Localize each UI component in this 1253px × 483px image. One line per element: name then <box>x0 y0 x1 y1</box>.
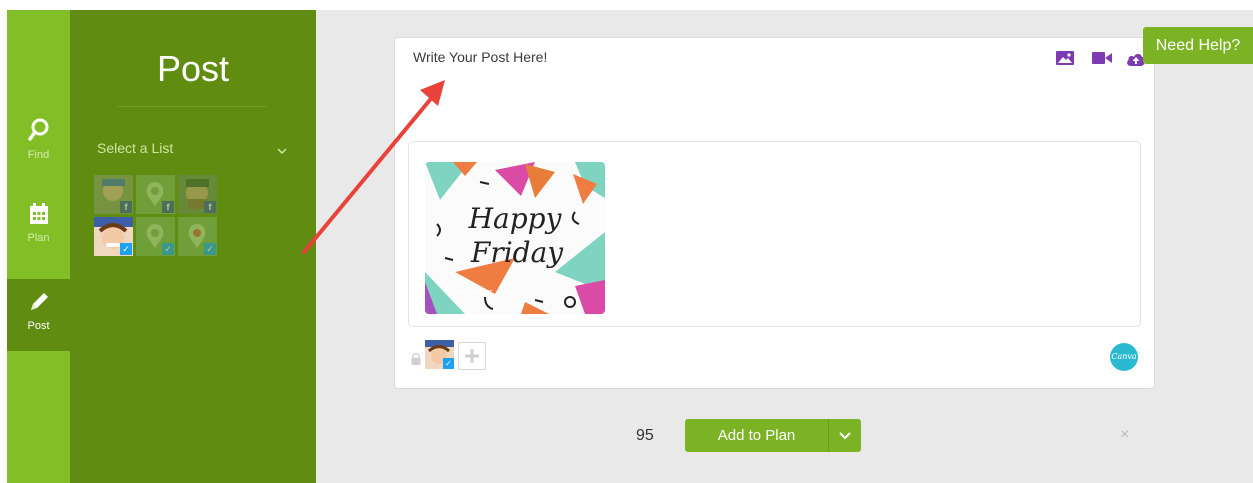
nav-rail: Find Plan Post <box>7 10 70 483</box>
select-list-label: Select a List <box>97 140 174 156</box>
composer-footer: ✓ Canva <box>409 340 1142 372</box>
chevron-down-icon <box>839 432 851 440</box>
post-text-input[interactable]: Write Your Post Here! <box>413 49 547 65</box>
pencil-icon <box>7 291 70 316</box>
account-avatar[interactable]: ✓ <box>178 217 217 256</box>
nav-item-plan[interactable]: Plan <box>7 203 70 244</box>
nav-item-label: Post <box>27 320 50 332</box>
canva-button[interactable]: Canva <box>1110 343 1138 371</box>
image-text-friday: Friday <box>470 236 564 269</box>
image-brand-text: post planner <box>454 289 493 296</box>
plus-icon <box>465 349 479 363</box>
attached-image[interactable]: Happy Friday post planner <box>425 162 605 314</box>
account-avatar[interactable]: ✓ <box>136 217 175 256</box>
account-avatar[interactable]: f <box>136 175 175 214</box>
image-text-happy: Happy <box>468 202 563 235</box>
video-icon[interactable] <box>1092 51 1112 70</box>
chevron-down-icon <box>277 142 287 158</box>
add-account-button[interactable] <box>458 342 486 370</box>
twitter-icon: ✓ <box>120 243 132 255</box>
account-avatar[interactable]: f <box>94 175 133 214</box>
add-to-plan-dropdown[interactable] <box>829 419 861 452</box>
sidebar-divider <box>118 106 266 107</box>
nav-item-label: Plan <box>27 232 50 244</box>
select-list-dropdown[interactable]: Select a List <box>97 140 287 156</box>
need-help-button[interactable]: Need Help? <box>1143 27 1253 64</box>
media-toolbar <box>1056 51 1146 67</box>
twitter-icon: ✓ <box>443 358 454 369</box>
search-icon <box>7 118 70 145</box>
calendar-icon <box>7 203 70 228</box>
nav-item-find[interactable]: Find <box>7 118 70 161</box>
post-sidebar: Post Select a List f f f ✓ ✓ ✓ <box>70 10 316 483</box>
attachment-preview: Happy Friday post planner <box>408 141 1141 327</box>
post-composer: Write Your Post Here! Happy Friday post … <box>394 37 1155 389</box>
image-icon[interactable] <box>1056 51 1074 70</box>
app-window: Find Plan Post Post Select a List f f f … <box>7 10 1253 483</box>
account-avatar[interactable]: ✓ <box>94 217 133 256</box>
character-count: 95 <box>636 427 654 444</box>
nav-item-label: Find <box>27 149 50 161</box>
facebook-icon: f <box>162 201 174 213</box>
twitter-icon: ✓ <box>204 243 216 255</box>
account-avatar[interactable]: f <box>178 175 217 214</box>
happy-friday-graphic: Happy Friday post planner <box>425 162 605 314</box>
close-icon[interactable]: × <box>1120 426 1129 444</box>
selected-account-avatar[interactable]: ✓ <box>425 340 454 369</box>
facebook-icon: f <box>204 201 216 213</box>
nav-item-post[interactable]: Post <box>7 279 70 351</box>
add-to-plan-label: Add to Plan <box>685 419 829 452</box>
twitter-icon: ✓ <box>162 243 174 255</box>
lock-icon <box>411 352 421 370</box>
sidebar-title: Post <box>156 48 230 89</box>
add-to-plan-button[interactable]: Add to Plan <box>685 419 861 452</box>
facebook-icon: f <box>120 201 132 213</box>
